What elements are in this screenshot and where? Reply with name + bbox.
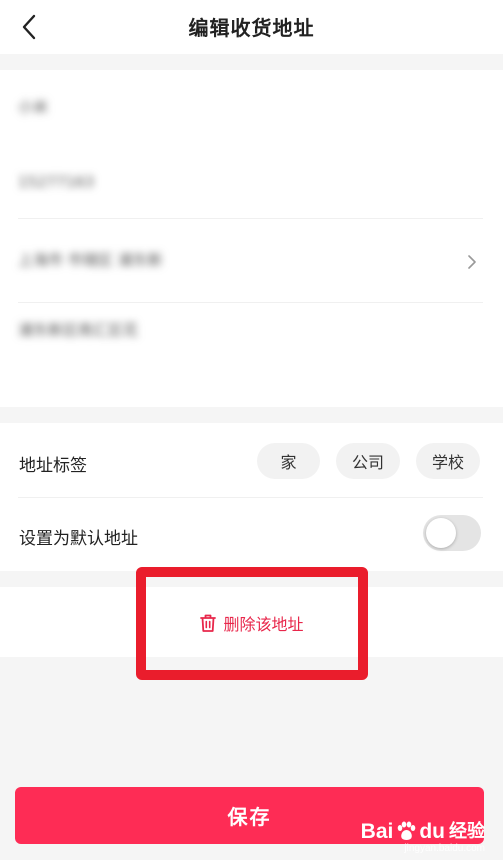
divider xyxy=(18,497,483,498)
tag-company-button[interactable]: 公司 xyxy=(336,443,400,479)
address-tag-label: 地址标签 xyxy=(19,456,87,476)
recipient-name-value: 小米 xyxy=(18,98,49,116)
page-title: 编辑收货地址 xyxy=(188,16,315,40)
toggle-knob xyxy=(426,518,456,548)
watermark-url: jingyan.baidu.com xyxy=(404,843,485,854)
tag-school-button[interactable]: 学校 xyxy=(416,443,480,479)
phone-value: 15277163 xyxy=(18,173,95,191)
default-address-toggle[interactable] xyxy=(423,515,481,551)
default-address-label: 设置为默认地址 xyxy=(19,529,138,549)
paw-icon xyxy=(398,821,416,840)
address-form-card: 小米 15277163 上海市 市辖区 浦东新 浦东新区南汇区花 xyxy=(0,70,503,407)
baidu-watermark: Bai du 经验 jingyan.baidu.com xyxy=(361,820,485,854)
watermark-brand-c: 经验 xyxy=(449,821,485,841)
trash-icon xyxy=(200,614,217,632)
watermark-brand-a: Bai xyxy=(360,819,394,843)
delete-address-label: 删除该地址 xyxy=(223,615,304,634)
top-nav-bar: 编辑收货地址 xyxy=(0,0,503,54)
address-settings-card: 地址标签 家 公司 学校 设置为默认地址 xyxy=(0,423,503,571)
tag-home-button[interactable]: 家 xyxy=(257,443,320,479)
phone-field[interactable]: 15277163 xyxy=(0,143,503,218)
detail-address-value: 浦东新区南汇区花 xyxy=(18,321,139,339)
delete-section: 删除该地址 xyxy=(0,587,503,657)
region-selector[interactable]: 上海市 市辖区 浦东新 xyxy=(0,219,503,302)
chevron-right-icon xyxy=(468,255,476,269)
watermark-brand-b: du xyxy=(419,819,445,843)
detail-address-field[interactable]: 浦东新区南汇区花 xyxy=(0,303,503,407)
region-value: 上海市 市辖区 浦东新 xyxy=(18,251,163,269)
watermark-logo: Bai du 经验 xyxy=(361,820,485,842)
recipient-name-field[interactable]: 小米 xyxy=(0,70,503,143)
delete-address-button[interactable]: 删除该地址 xyxy=(0,611,503,635)
